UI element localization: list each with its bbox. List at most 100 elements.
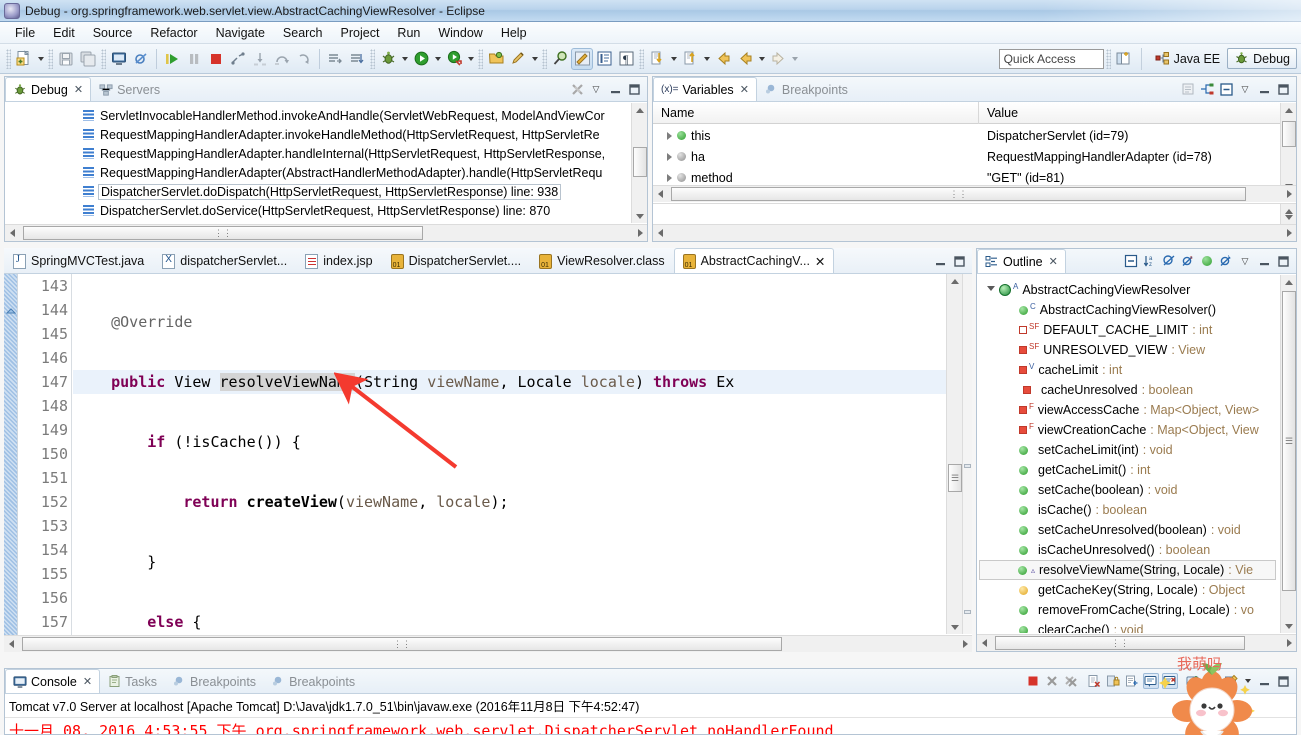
scroll-thumb-h[interactable]: ⋮⋮ bbox=[23, 226, 423, 240]
variables-detail-pane[interactable] bbox=[653, 203, 1296, 241]
outline-vertical-scrollbar[interactable]: ☰ bbox=[1280, 275, 1296, 633]
menu-window[interactable]: Window bbox=[429, 24, 491, 42]
scroll-thumb-h[interactable]: ⋮⋮ bbox=[995, 636, 1245, 650]
scroll-right-icon[interactable] bbox=[1286, 639, 1292, 647]
console-output[interactable]: Tomcat v7.0 Server at localhost [Apache … bbox=[5, 694, 1296, 734]
expand-arrow-icon[interactable] bbox=[667, 131, 672, 140]
tab-variables[interactable]: (x)= Variables ✕ bbox=[653, 77, 757, 101]
stack-frame-row[interactable]: ServletInvocableHandlerMethod.invokeAndH… bbox=[5, 106, 647, 125]
editor-text-area[interactable]: 143 144 145 146 147 148 149 150 151 152 … bbox=[4, 274, 972, 652]
hide-nonpublic-icon[interactable] bbox=[1199, 253, 1215, 269]
column-header-value[interactable]: Value bbox=[979, 102, 1296, 124]
scroll-left-icon[interactable] bbox=[981, 639, 987, 647]
tab-breakpoints-1[interactable]: Breakpoints bbox=[165, 669, 264, 693]
close-icon[interactable]: ✕ bbox=[740, 83, 749, 96]
tab-console[interactable]: Console ✕ bbox=[5, 669, 101, 693]
scroll-right-icon[interactable] bbox=[1286, 190, 1292, 198]
scroll-thumb-h[interactable]: ⋮⋮ bbox=[22, 637, 782, 651]
scroll-thumb[interactable] bbox=[1282, 121, 1296, 147]
new-wizard-dropdown-icon[interactable] bbox=[35, 48, 46, 70]
close-icon[interactable]: ✕ bbox=[74, 83, 83, 96]
forward-dropdown-icon[interactable] bbox=[789, 48, 800, 70]
view-menu-icon[interactable]: ▽ bbox=[588, 81, 604, 97]
menu-run[interactable]: Run bbox=[388, 24, 429, 42]
menu-source[interactable]: Source bbox=[84, 24, 142, 42]
editor-vertical-scrollbar[interactable]: ☰ bbox=[946, 274, 962, 634]
scroll-down-icon[interactable] bbox=[636, 213, 644, 219]
editor-tab-springmvctest[interactable]: SpringMVCTest.java bbox=[4, 248, 153, 273]
menu-refactor[interactable]: Refactor bbox=[141, 24, 206, 42]
minimize-icon[interactable] bbox=[1256, 253, 1272, 269]
remove-all-launches-icon[interactable] bbox=[1063, 673, 1079, 689]
detail-horizontal-scrollbar[interactable] bbox=[653, 224, 1296, 241]
disconnect-icon[interactable] bbox=[227, 48, 249, 70]
word-wrap-icon[interactable] bbox=[1124, 673, 1140, 689]
run-dropdown-icon[interactable] bbox=[432, 48, 443, 70]
pin-console-icon[interactable] bbox=[1223, 673, 1239, 689]
previous-annotation-icon[interactable] bbox=[346, 48, 368, 70]
step-return-icon[interactable] bbox=[293, 48, 315, 70]
new-wizard-icon[interactable] bbox=[13, 48, 35, 70]
outline-item-get-cache-key[interactable]: getCacheKey(String, Locale) : Object bbox=[977, 580, 1280, 600]
tab-servers[interactable]: Servers bbox=[91, 77, 168, 101]
server-icon[interactable] bbox=[108, 48, 130, 70]
last-edit-dropdown-icon[interactable] bbox=[668, 48, 679, 70]
editor-tab-dispatcherservlet-class[interactable]: DispatcherServlet.... bbox=[382, 248, 531, 273]
hide-static-icon[interactable]: s bbox=[1180, 253, 1196, 269]
menu-edit[interactable]: Edit bbox=[44, 24, 84, 42]
maximize-icon[interactable] bbox=[626, 81, 642, 97]
tab-debug[interactable]: Debug ✕ bbox=[5, 77, 92, 101]
run-play-icon[interactable] bbox=[410, 48, 432, 70]
scroll-thumb-h[interactable]: ⋮⋮ bbox=[671, 187, 1246, 201]
display-selected-console-icon[interactable] bbox=[1204, 673, 1220, 689]
pencil-dropdown-icon[interactable] bbox=[529, 48, 540, 70]
step-into-icon[interactable] bbox=[249, 48, 271, 70]
editor-tab-dispatcherservlet-xml[interactable]: dispatcherServlet... bbox=[153, 248, 296, 273]
back-dropdown-icon[interactable] bbox=[756, 48, 767, 70]
perspective-debug[interactable]: Debug bbox=[1227, 48, 1297, 69]
pilcrow-icon[interactable]: ¶ bbox=[615, 48, 637, 70]
next-edit-dropdown-icon[interactable] bbox=[701, 48, 712, 70]
open-folder-icon[interactable] bbox=[485, 48, 507, 70]
toolbar-grip[interactable] bbox=[6, 48, 11, 69]
minimize-icon[interactable] bbox=[1256, 81, 1272, 97]
toolbar-grip-7[interactable] bbox=[639, 48, 644, 69]
scroll-up-icon[interactable] bbox=[951, 278, 959, 284]
outline-tree[interactable]: A AbstractCachingViewResolver C Abstract… bbox=[977, 277, 1280, 633]
toolbar-grip-4[interactable] bbox=[370, 48, 375, 69]
forward-arrow-icon[interactable] bbox=[767, 48, 789, 70]
expand-arrow-icon[interactable] bbox=[987, 285, 995, 295]
outline-item-clear-cache[interactable]: clearCache() : void bbox=[977, 620, 1280, 633]
outline-item-view-creation-cache[interactable]: F viewCreationCache : Map<Object, View bbox=[977, 420, 1280, 440]
debug-horizontal-scrollbar[interactable]: ⋮⋮ bbox=[5, 224, 647, 241]
back-arrow-icon[interactable] bbox=[712, 48, 734, 70]
menu-file[interactable]: File bbox=[6, 24, 44, 42]
variables-vertical-scrollbar[interactable] bbox=[1280, 103, 1296, 193]
view-menu-icon[interactable]: ▽ bbox=[1237, 81, 1253, 97]
scroll-lock-icon[interactable] bbox=[1105, 673, 1121, 689]
annotation-ruler[interactable] bbox=[4, 274, 18, 652]
scroll-right-icon[interactable] bbox=[962, 640, 968, 648]
variables-horizontal-scrollbar[interactable]: ⋮⋮ bbox=[653, 185, 1296, 202]
outline-item-set-cache-unresolved[interactable]: setCacheUnresolved(boolean) : void bbox=[977, 520, 1280, 540]
last-edit-icon[interactable] bbox=[646, 48, 668, 70]
toolbar-grip-5[interactable] bbox=[478, 48, 483, 69]
show-logical-structure-icon[interactable] bbox=[1199, 81, 1215, 97]
next-edit-icon[interactable] bbox=[679, 48, 701, 70]
resume-icon[interactable] bbox=[161, 48, 183, 70]
debug-vertical-scrollbar[interactable] bbox=[631, 103, 647, 223]
stack-frame-row[interactable]: RequestMappingHandlerAdapter(AbstractHan… bbox=[5, 163, 647, 182]
minimize-icon[interactable] bbox=[1256, 673, 1272, 689]
remove-launch-icon[interactable] bbox=[1044, 673, 1060, 689]
collapse-all-icon[interactable] bbox=[1123, 253, 1139, 269]
quick-access-input[interactable]: Quick Access bbox=[998, 48, 1104, 69]
close-icon[interactable]: ✕ bbox=[1049, 255, 1058, 268]
collapse-icon[interactable] bbox=[1218, 81, 1234, 97]
expand-arrow-icon[interactable] bbox=[667, 152, 672, 161]
clear-console-icon[interactable] bbox=[1086, 673, 1102, 689]
back-arrow-2-icon[interactable] bbox=[734, 48, 756, 70]
open-perspective-icon[interactable] bbox=[1113, 48, 1135, 70]
scroll-thumb[interactable]: ☰ bbox=[1282, 291, 1296, 591]
scroll-left-icon[interactable] bbox=[657, 229, 663, 237]
terminate-icon[interactable] bbox=[205, 48, 227, 70]
